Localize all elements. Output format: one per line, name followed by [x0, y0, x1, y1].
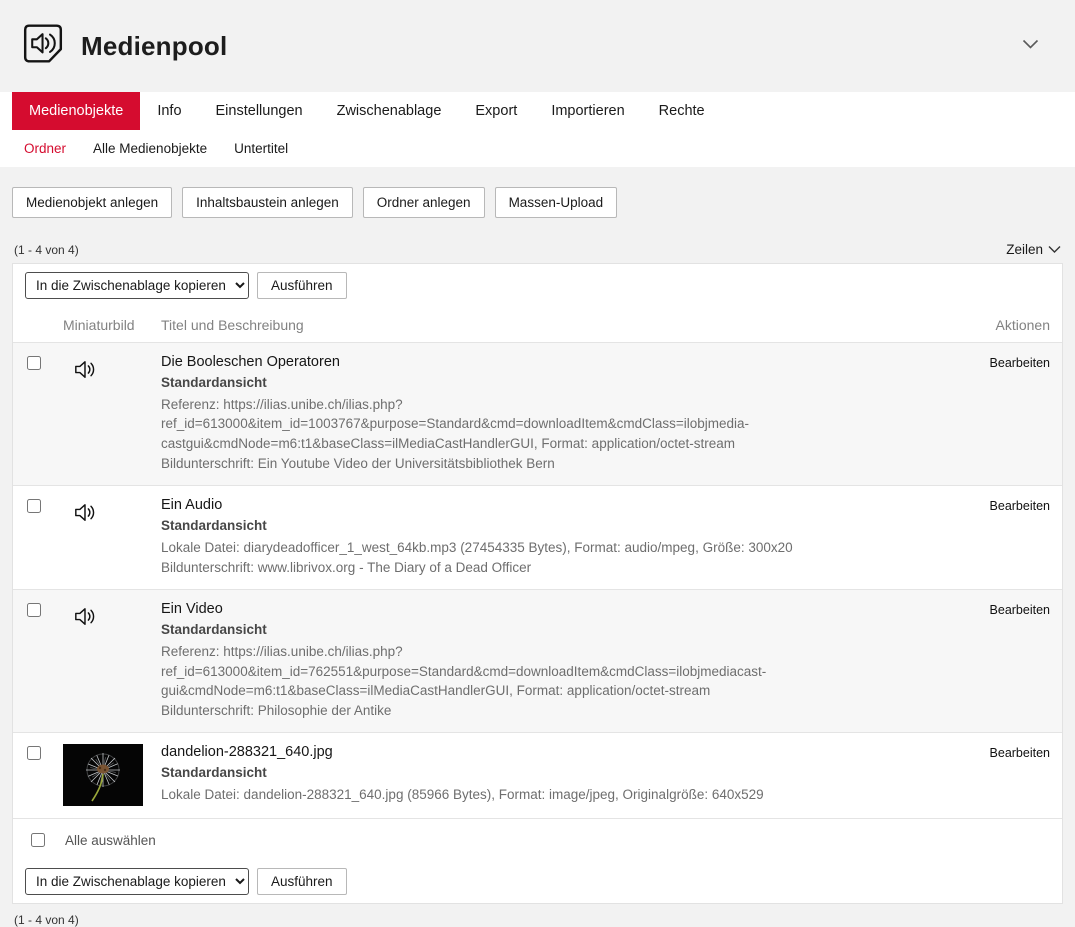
execute-button-top[interactable]: Ausführen: [257, 272, 347, 299]
row-checkbox[interactable]: [27, 356, 41, 370]
table-meta-bar: (1 - 4 von 4) Zeilen: [14, 242, 1061, 257]
media-object-detail-line: Bildunterschrift: Philosophie der Antike: [161, 701, 942, 721]
select-all-checkbox[interactable]: [31, 833, 45, 847]
header-chevron-down-icon[interactable]: [1018, 33, 1043, 59]
result-count-bottom: (1 - 4 von 4): [14, 913, 1061, 927]
mediapool-icon: [20, 21, 66, 71]
media-object-detail-line: Lokale Datei: diarydeadofficer_1_west_64…: [161, 538, 942, 558]
chevron-down-icon: [1048, 245, 1061, 254]
table-row: Ein Video Standardansicht Referenz: http…: [13, 589, 1062, 732]
page-header: Medienpool: [0, 0, 1075, 78]
page-title: Medienpool: [81, 31, 227, 62]
edit-link[interactable]: Bearbeiten: [990, 744, 1050, 760]
tab-einstellungen[interactable]: Einstellungen: [199, 92, 320, 130]
bulk-action-bar-top: In die Zwischenablage kopieren Ausführen: [13, 264, 1062, 307]
select-all-label: Alle auswählen: [65, 833, 156, 848]
edit-link[interactable]: Bearbeiten: [990, 354, 1050, 370]
media-object-title[interactable]: Ein Video: [161, 601, 942, 617]
tab-export[interactable]: Export: [458, 92, 534, 130]
media-object-view: Standardansicht: [161, 374, 942, 393]
column-header-actions: Aktionen: [958, 317, 1050, 333]
media-object-detail-line: Bildunterschrift: www.librivox.org - The…: [161, 558, 942, 578]
rows-dropdown-label: Zeilen: [1006, 242, 1043, 257]
table-row: Die Booleschen Operatoren Standardansich…: [13, 342, 1062, 485]
media-object-detail-line: Referenz: https://ilias.unibe.ch/ilias.p…: [161, 395, 942, 434]
table-row: dandelion-288321_640.jpg Standardansicht…: [13, 732, 1062, 818]
audio-speaker-icon: [63, 601, 161, 635]
create-content-snippet-button[interactable]: Inhaltsbaustein anlegen: [182, 187, 353, 218]
column-header-thumbnail: Miniaturbild: [63, 317, 161, 333]
media-object-detail-line: gui&cmdNode=m6:t1&baseClass=ilMediaCastH…: [161, 681, 942, 701]
tab-rechte[interactable]: Rechte: [642, 92, 722, 130]
command-buttons: Medienobjekt anlegen Inhaltsbaustein anl…: [12, 187, 1063, 218]
create-media-object-button[interactable]: Medienobjekt anlegen: [12, 187, 172, 218]
row-checkbox[interactable]: [27, 499, 41, 513]
media-object-view: Standardansicht: [161, 764, 942, 783]
media-object-title[interactable]: dandelion-288321_640.jpg: [161, 744, 942, 760]
main-tab-bar: Medienobjekte Info Einstellungen Zwische…: [0, 92, 1075, 130]
tab-zwischenablage[interactable]: Zwischenablage: [320, 92, 459, 130]
edit-link[interactable]: Bearbeiten: [990, 497, 1050, 513]
column-header-title: Titel und Beschreibung: [161, 317, 958, 333]
row-checkbox[interactable]: [27, 746, 41, 760]
media-objects-table: In die Zwischenablage kopieren Ausführen…: [12, 263, 1063, 904]
media-object-title[interactable]: Ein Audio: [161, 497, 942, 513]
edit-link[interactable]: Bearbeiten: [990, 601, 1050, 617]
tab-medienobjekte[interactable]: Medienobjekte: [12, 92, 140, 130]
audio-speaker-icon: [63, 497, 161, 531]
sub-tab-bar: Ordner Alle Medienobjekte Untertitel: [0, 130, 1075, 167]
dandelion-thumbnail: [63, 744, 161, 806]
media-object-detail-line: Bildunterschrift: Ein Youtube Video der …: [161, 454, 942, 474]
execute-button-bottom[interactable]: Ausführen: [257, 868, 347, 895]
tab-info[interactable]: Info: [140, 92, 198, 130]
bulk-action-select-bottom[interactable]: In die Zwischenablage kopieren: [25, 868, 249, 895]
subtab-ordner[interactable]: Ordner: [24, 141, 66, 156]
bulk-action-bar-bottom: In die Zwischenablage kopieren Ausführen: [13, 860, 1062, 903]
bulk-upload-button[interactable]: Massen-Upload: [495, 187, 618, 218]
media-object-detail-line: castgui&cmdNode=m6:t1&baseClass=ilMediaC…: [161, 434, 942, 454]
media-object-view: Standardansicht: [161, 621, 942, 640]
subtab-untertitel[interactable]: Untertitel: [234, 141, 288, 156]
rows-dropdown-toggle[interactable]: Zeilen: [1006, 242, 1061, 257]
create-folder-button[interactable]: Ordner anlegen: [363, 187, 485, 218]
bulk-action-select-top[interactable]: In die Zwischenablage kopieren: [25, 272, 249, 299]
table-header-row: Miniaturbild Titel und Beschreibung Akti…: [13, 307, 1062, 342]
row-checkbox[interactable]: [27, 603, 41, 617]
audio-speaker-icon: [63, 354, 161, 388]
media-object-title[interactable]: Die Booleschen Operatoren: [161, 354, 942, 370]
media-object-detail-line: Referenz: https://ilias.unibe.ch/ilias.p…: [161, 642, 942, 681]
table-row: Ein Audio Standardansicht Lokale Datei: …: [13, 485, 1062, 589]
result-count-top: (1 - 4 von 4): [14, 243, 79, 257]
tab-importieren[interactable]: Importieren: [534, 92, 641, 130]
subtab-alle-medienobjekte[interactable]: Alle Medienobjekte: [93, 141, 207, 156]
media-object-detail-line: Lokale Datei: dandelion-288321_640.jpg (…: [161, 785, 942, 805]
media-object-view: Standardansicht: [161, 517, 942, 536]
